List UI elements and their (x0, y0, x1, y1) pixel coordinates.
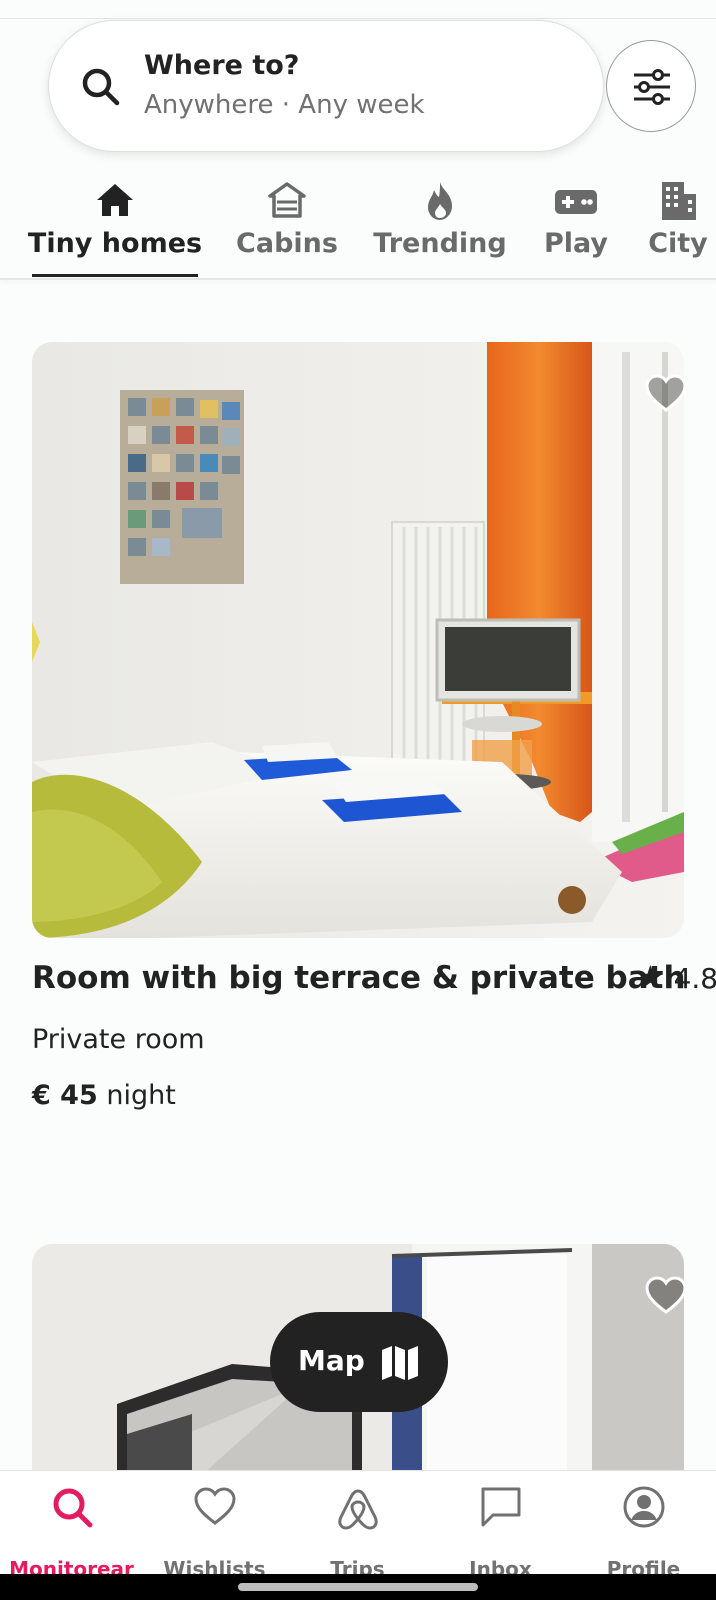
user-circle-icon (623, 1486, 664, 1528)
category-label: Trending (373, 228, 507, 259)
search-icon (53, 1488, 92, 1528)
category-trending[interactable]: Trending (368, 176, 512, 280)
map-button-label: Map (298, 1344, 365, 1377)
wishlist-heart-icon[interactable] (644, 372, 688, 416)
active-category-underline (32, 274, 198, 277)
map-button[interactable]: Map (270, 1312, 448, 1412)
status-bar-divider (0, 18, 716, 19)
sliders-icon (634, 69, 670, 105)
bedroom-photo (32, 342, 684, 938)
star-icon: ★ (636, 958, 665, 996)
wishlist-heart-icon[interactable] (644, 1274, 688, 1318)
filters-button[interactable] (606, 40, 696, 132)
category-divider (0, 278, 716, 280)
search-bar[interactable] (48, 20, 604, 152)
search-icon (82, 68, 120, 106)
gamepad-icon (555, 190, 597, 214)
home-gesture-handle[interactable] (238, 1583, 478, 1591)
map-icon (382, 1346, 418, 1380)
category-label: Cabins (236, 228, 338, 259)
category-play[interactable]: Play (536, 176, 616, 280)
category-cabins[interactable]: Cabins (228, 176, 346, 280)
price-unit: night (106, 1080, 176, 1111)
listing-rating: ★ 4.8 (636, 958, 716, 996)
heart-icon (193, 1487, 236, 1525)
category-label: City (648, 228, 708, 259)
price-amount: € 45 (32, 1080, 98, 1111)
airbnb-logo-icon (337, 1489, 378, 1530)
listing-type: Private room (32, 1024, 205, 1055)
listing-price: € 45 night (32, 1080, 176, 1111)
listing-photo[interactable] (32, 342, 684, 938)
category-label: Play (543, 228, 609, 259)
fire-icon (428, 182, 452, 220)
rating-value: 4.8 (673, 962, 716, 995)
building-icon (662, 182, 696, 220)
house-icon (97, 184, 133, 216)
category-label: Tiny homes (27, 228, 203, 259)
message-icon (481, 1487, 520, 1527)
cabin-icon (268, 182, 306, 218)
category-city[interactable]: City (640, 176, 716, 280)
search-subtitle: Anywhere · Any week (144, 90, 425, 120)
search-title: Where to? (144, 50, 300, 81)
listing-title[interactable]: Room with big terrace & private bath (32, 960, 686, 996)
category-tiny-homes[interactable]: Tiny homes (22, 176, 208, 280)
